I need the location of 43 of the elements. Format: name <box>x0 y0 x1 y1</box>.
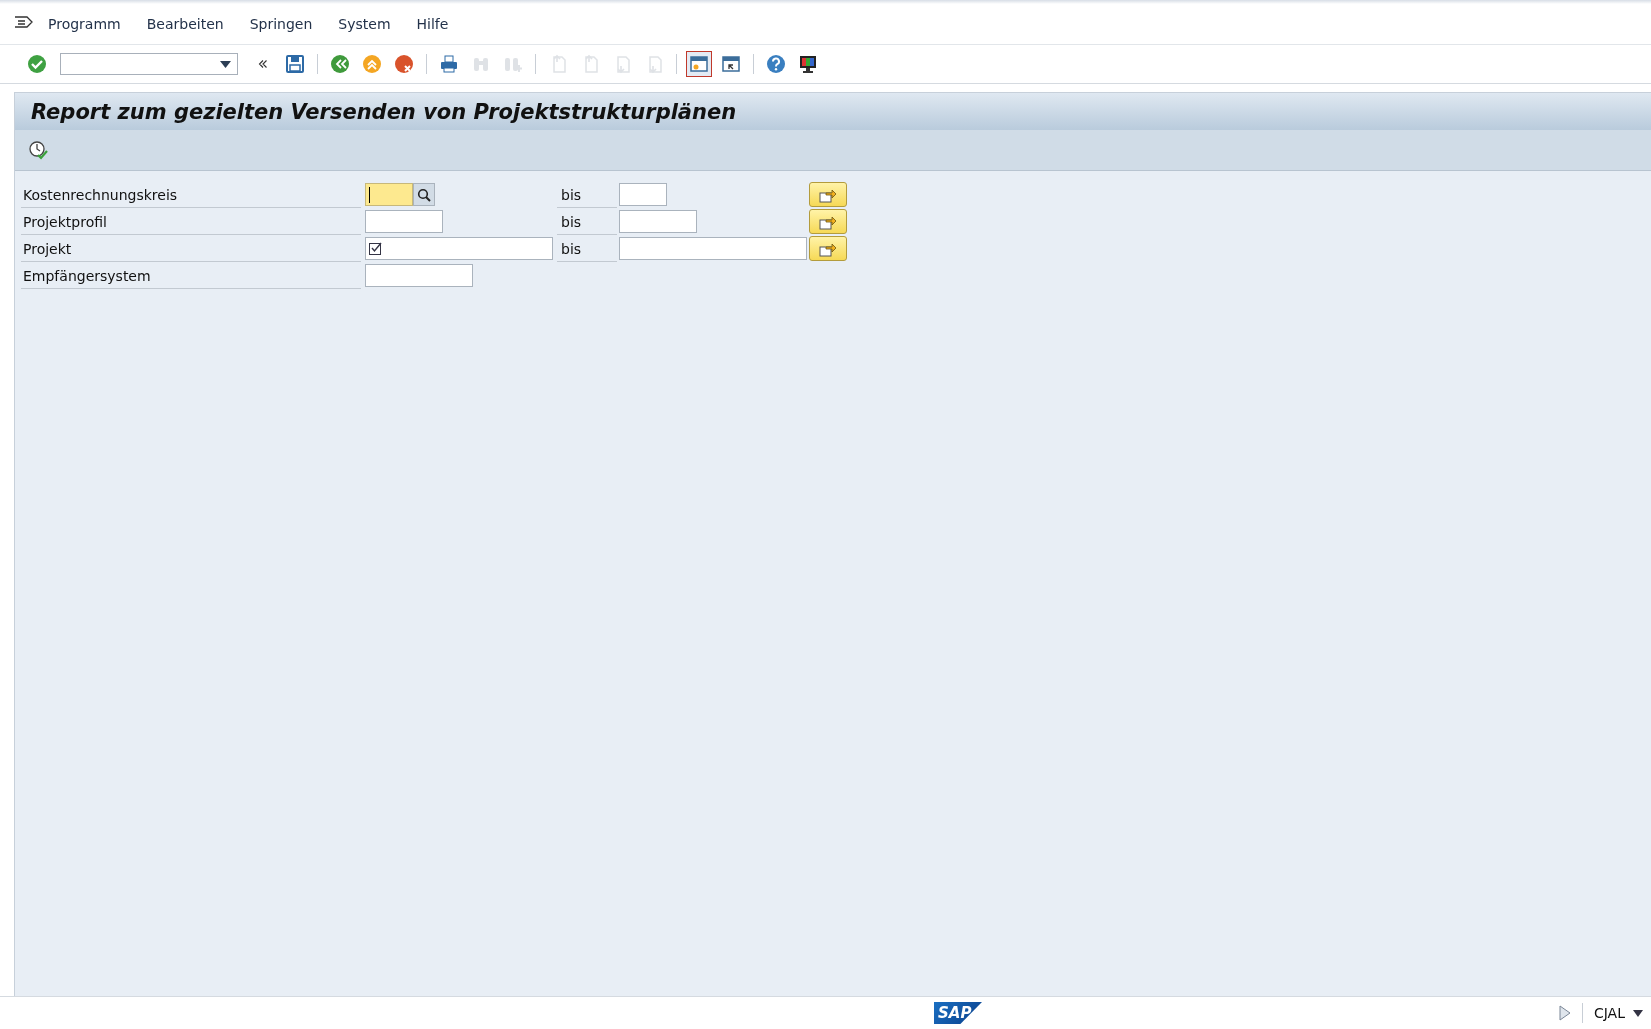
menu-item[interactable]: Programm <box>48 16 121 32</box>
input-field[interactable] <box>365 264 473 287</box>
new-window-icon <box>689 54 709 74</box>
dropdown-caret-icon <box>220 60 231 68</box>
cancel-circle-icon <box>394 54 414 74</box>
double-chevron-icon <box>256 57 270 71</box>
play-triangle-icon[interactable] <box>1558 1005 1571 1021</box>
transaction-code: CJAL <box>1593 1005 1625 1021</box>
input-field[interactable] <box>619 237 807 260</box>
menu-item[interactable]: Hilfe <box>416 16 449 32</box>
input-field[interactable] <box>619 183 667 206</box>
logo: SAP <box>934 1002 982 1024</box>
command-field[interactable] <box>60 53 238 75</box>
search-help-button[interactable] <box>413 183 435 206</box>
menu-item[interactable]: System <box>338 16 391 32</box>
menu-item[interactable]: Bearbeiten <box>146 16 224 32</box>
checkmark-icon <box>27 54 47 74</box>
field-label: Empfängersystem <box>21 262 361 289</box>
input-field[interactable] <box>365 237 553 260</box>
multiple-selection-button[interactable] <box>809 236 847 261</box>
field-label: Projektprofil <box>21 208 361 235</box>
printer-icon <box>439 54 459 74</box>
back-circle-icon <box>330 54 350 74</box>
menu-item[interactable]: Springen <box>249 16 313 32</box>
up-circle-icon <box>362 54 382 74</box>
monitor-icon <box>798 54 818 74</box>
range-label: bis <box>557 181 617 208</box>
range-label: bis <box>557 208 617 235</box>
multiple-selection-button[interactable] <box>809 182 847 207</box>
multiple-selection-button[interactable] <box>809 209 847 234</box>
input-field[interactable] <box>619 210 697 233</box>
field-label: Kostenrechnungskreis <box>21 181 361 208</box>
checkbox-tick-icon <box>369 242 382 255</box>
clock-check-icon <box>28 140 48 160</box>
dropdown-caret-icon[interactable] <box>1633 1009 1643 1017</box>
screen-title: Report zum gezielten Versenden von Projektstrukturplänen <box>31 99 737 124</box>
input-field[interactable] <box>365 183 413 206</box>
search-icon <box>417 187 431 202</box>
help-icon <box>766 54 786 74</box>
range-label: bis <box>557 235 617 262</box>
input-field[interactable] <box>365 210 443 233</box>
field-label: Projekt <box>21 235 361 262</box>
window-shortcut-icon <box>721 54 741 74</box>
